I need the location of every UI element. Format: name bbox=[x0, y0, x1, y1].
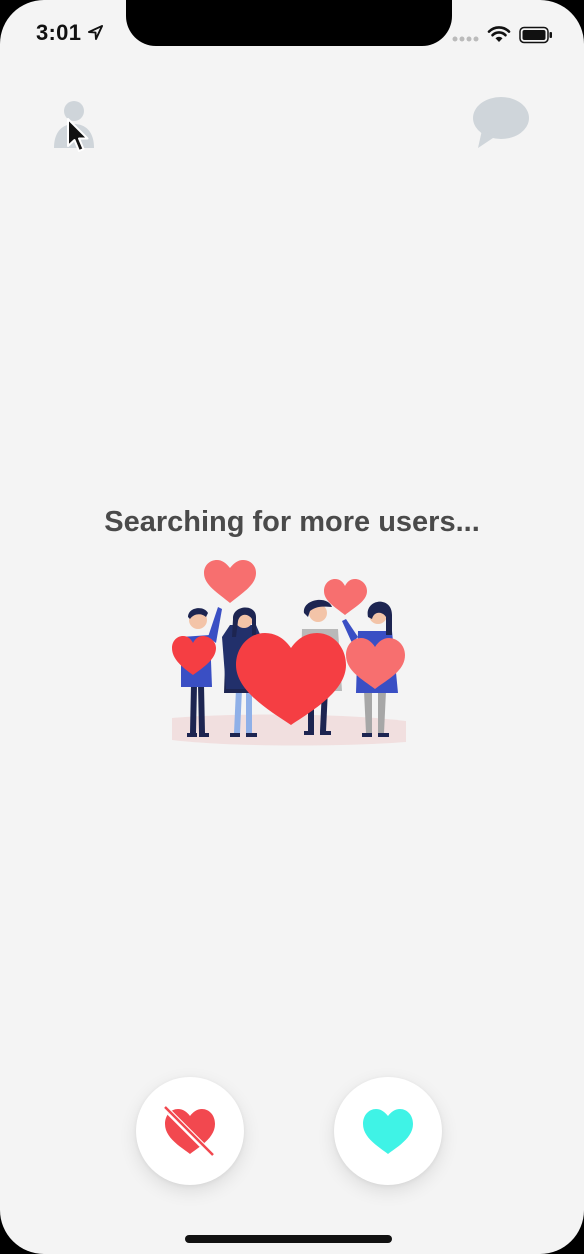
device-notch bbox=[126, 0, 452, 46]
mouse-cursor-icon bbox=[67, 118, 89, 152]
app-screen: 3:01 Searching for more users... bbox=[0, 0, 584, 1254]
status-time: 3:01 bbox=[36, 20, 82, 45]
chat-bubble-icon bbox=[473, 97, 529, 148]
wifi-icon bbox=[487, 26, 511, 42]
battery-icon bbox=[519, 26, 552, 44]
like-button[interactable] bbox=[334, 1077, 442, 1185]
chat-button[interactable] bbox=[470, 96, 532, 152]
searching-message: Searching for more users... bbox=[104, 506, 480, 538]
heart-icon bbox=[363, 1109, 413, 1154]
dislike-button[interactable] bbox=[136, 1077, 244, 1185]
people-holding-hearts-illustration bbox=[172, 560, 406, 746]
broken-heart-icon bbox=[164, 1106, 215, 1156]
location-arrow-icon bbox=[88, 25, 103, 40]
cellular-signal-icon bbox=[452, 36, 479, 42]
home-indicator[interactable] bbox=[185, 1235, 392, 1243]
